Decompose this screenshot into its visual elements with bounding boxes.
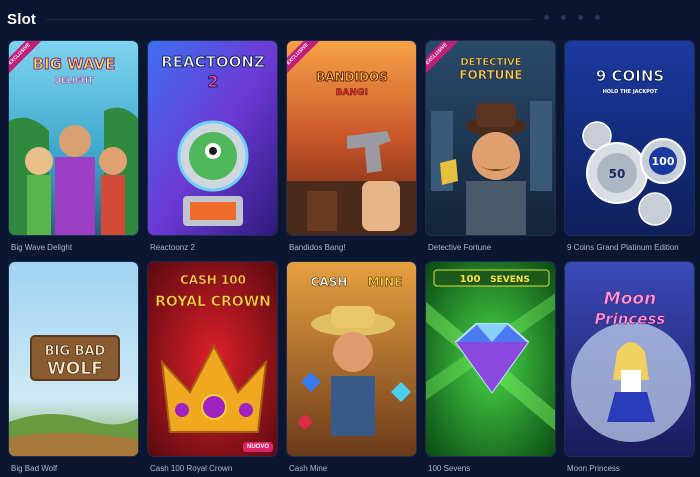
art-subtitle: SEVENS [490, 275, 530, 285]
game-name: Reactoonz 2 [150, 243, 195, 252]
art-title: CASH [311, 275, 348, 289]
game-name: Big Wave Delight [11, 243, 73, 252]
game-name: 100 Sevens [428, 464, 471, 473]
game-thumbnail[interactable]: REACTOONZ 2 [147, 40, 278, 236]
art-title: BIG BAD [45, 344, 106, 359]
game-name: Cash Mine [289, 464, 328, 473]
game-thumbnail[interactable]: CASH MINE [286, 261, 417, 457]
game-thumbnail[interactable]: Moon Princess [564, 261, 695, 457]
art-subtitle: BANG! [336, 88, 369, 98]
new-badge: NUOVO [242, 442, 273, 452]
game-thumbnail[interactable]: CASH 100 ROYAL CROWN NUOVO [147, 261, 278, 457]
art-title: BANDIDOS [316, 70, 388, 84]
game-thumbnail[interactable]: 50 100 9 COINS HOLD THE JACKPOT [564, 40, 695, 236]
game-name: 9 Coins Grand Platinum Edition [567, 243, 679, 252]
game-thumbnail[interactable]: BIG BAD WOLF [8, 261, 139, 457]
art-title: REACTOONZ [161, 53, 265, 71]
game-thumbnail[interactable]: BIG WAVE DELIGHT EXCLUSIVE [8, 40, 139, 236]
game-thumbnail[interactable]: BANDIDOS BANG! EXCLUSIVE [286, 40, 417, 236]
art-title: BIG WAVE [33, 55, 116, 73]
art-title: 9 COINS [596, 67, 664, 85]
game-grid: BIG WAVE DELIGHT EXCLUSIVE Big Wave Deli… [0, 0, 700, 477]
game-name: Cash 100 Royal Crown [150, 464, 233, 473]
art-subtitle: HOLD THE JACKPOT [603, 89, 658, 95]
art-title: 100 [460, 274, 481, 285]
art-subtitle: MINE [368, 275, 403, 289]
art-subtitle: Princess [595, 310, 666, 328]
art-title: DETECTIVE [460, 57, 521, 68]
art-title: CASH 100 [180, 273, 246, 287]
game-thumbnail[interactable]: DETECTIVE FORTUNE EXCLUSIVE [425, 40, 556, 236]
game-thumbnail[interactable]: 100 SEVENS [425, 261, 556, 457]
svg-text:100: 100 [652, 155, 675, 168]
game-name: Big Bad Wolf [11, 464, 58, 473]
game-name: Bandidos Bang! [289, 243, 346, 252]
art-subtitle: 2 [207, 72, 218, 91]
art-subtitle: DELIGHT [55, 76, 94, 85]
art-subtitle: FORTUNE [459, 68, 522, 82]
game-name: Moon Princess [567, 464, 620, 473]
svg-text:50: 50 [609, 167, 626, 181]
art-title: Moon [604, 289, 656, 309]
art-subtitle: WOLF [47, 359, 103, 379]
art-subtitle: ROYAL CROWN [155, 294, 271, 310]
game-name: Detective Fortune [428, 243, 492, 252]
